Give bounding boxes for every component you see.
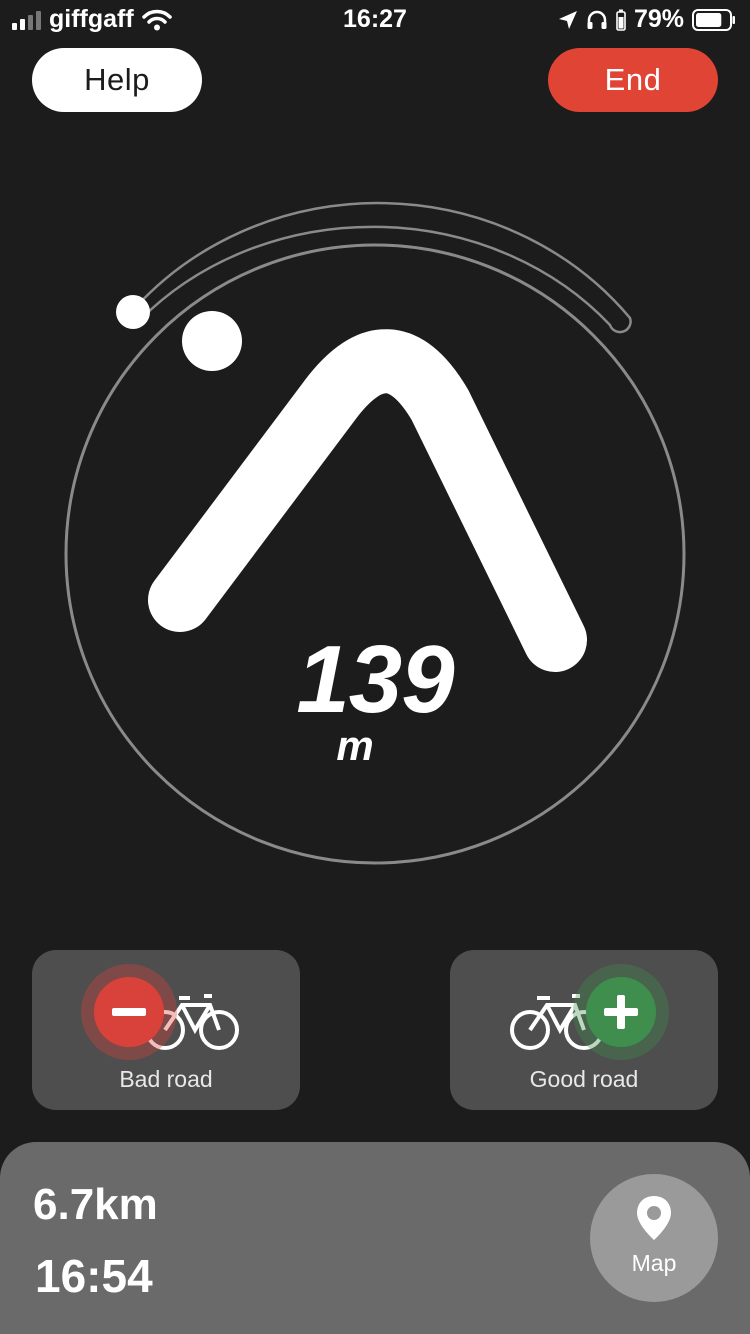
good-road-button[interactable]: Good road [450,950,718,1110]
good-road-label: Good road [529,1066,639,1092]
map-button-label: Map [631,1250,677,1276]
status-bar: giffgaff 16:27 79% [0,0,750,40]
progress-marker-dot [116,295,150,329]
location-arrow-icon [558,10,577,29]
end-button[interactable]: End [548,48,718,112]
turn-distance-value: 139 [296,626,454,733]
battery-charging-icon [616,9,626,31]
headphones-icon [587,10,607,29]
bad-road-button[interactable]: Bad road [32,950,300,1110]
status-right: 79% [558,5,736,34]
battery-percent: 79% [633,5,684,33]
turn-distance-unit: m [336,722,374,769]
navigation-dial [64,201,686,865]
remaining-distance: 6.7km [33,1180,158,1229]
location-pin-icon [637,1196,671,1240]
help-button[interactable]: Help [32,48,202,112]
heading-indicator-dot [182,311,242,371]
bad-road-label: Bad road [119,1066,213,1092]
trip-summary-panel: 6.7km 16:54 Map [0,1142,750,1334]
sharp-turn-arrow-icon [148,329,587,672]
battery-icon [692,8,735,31]
map-button[interactable]: Map [590,1174,718,1302]
arrival-time: 16:54 [35,1250,153,1302]
